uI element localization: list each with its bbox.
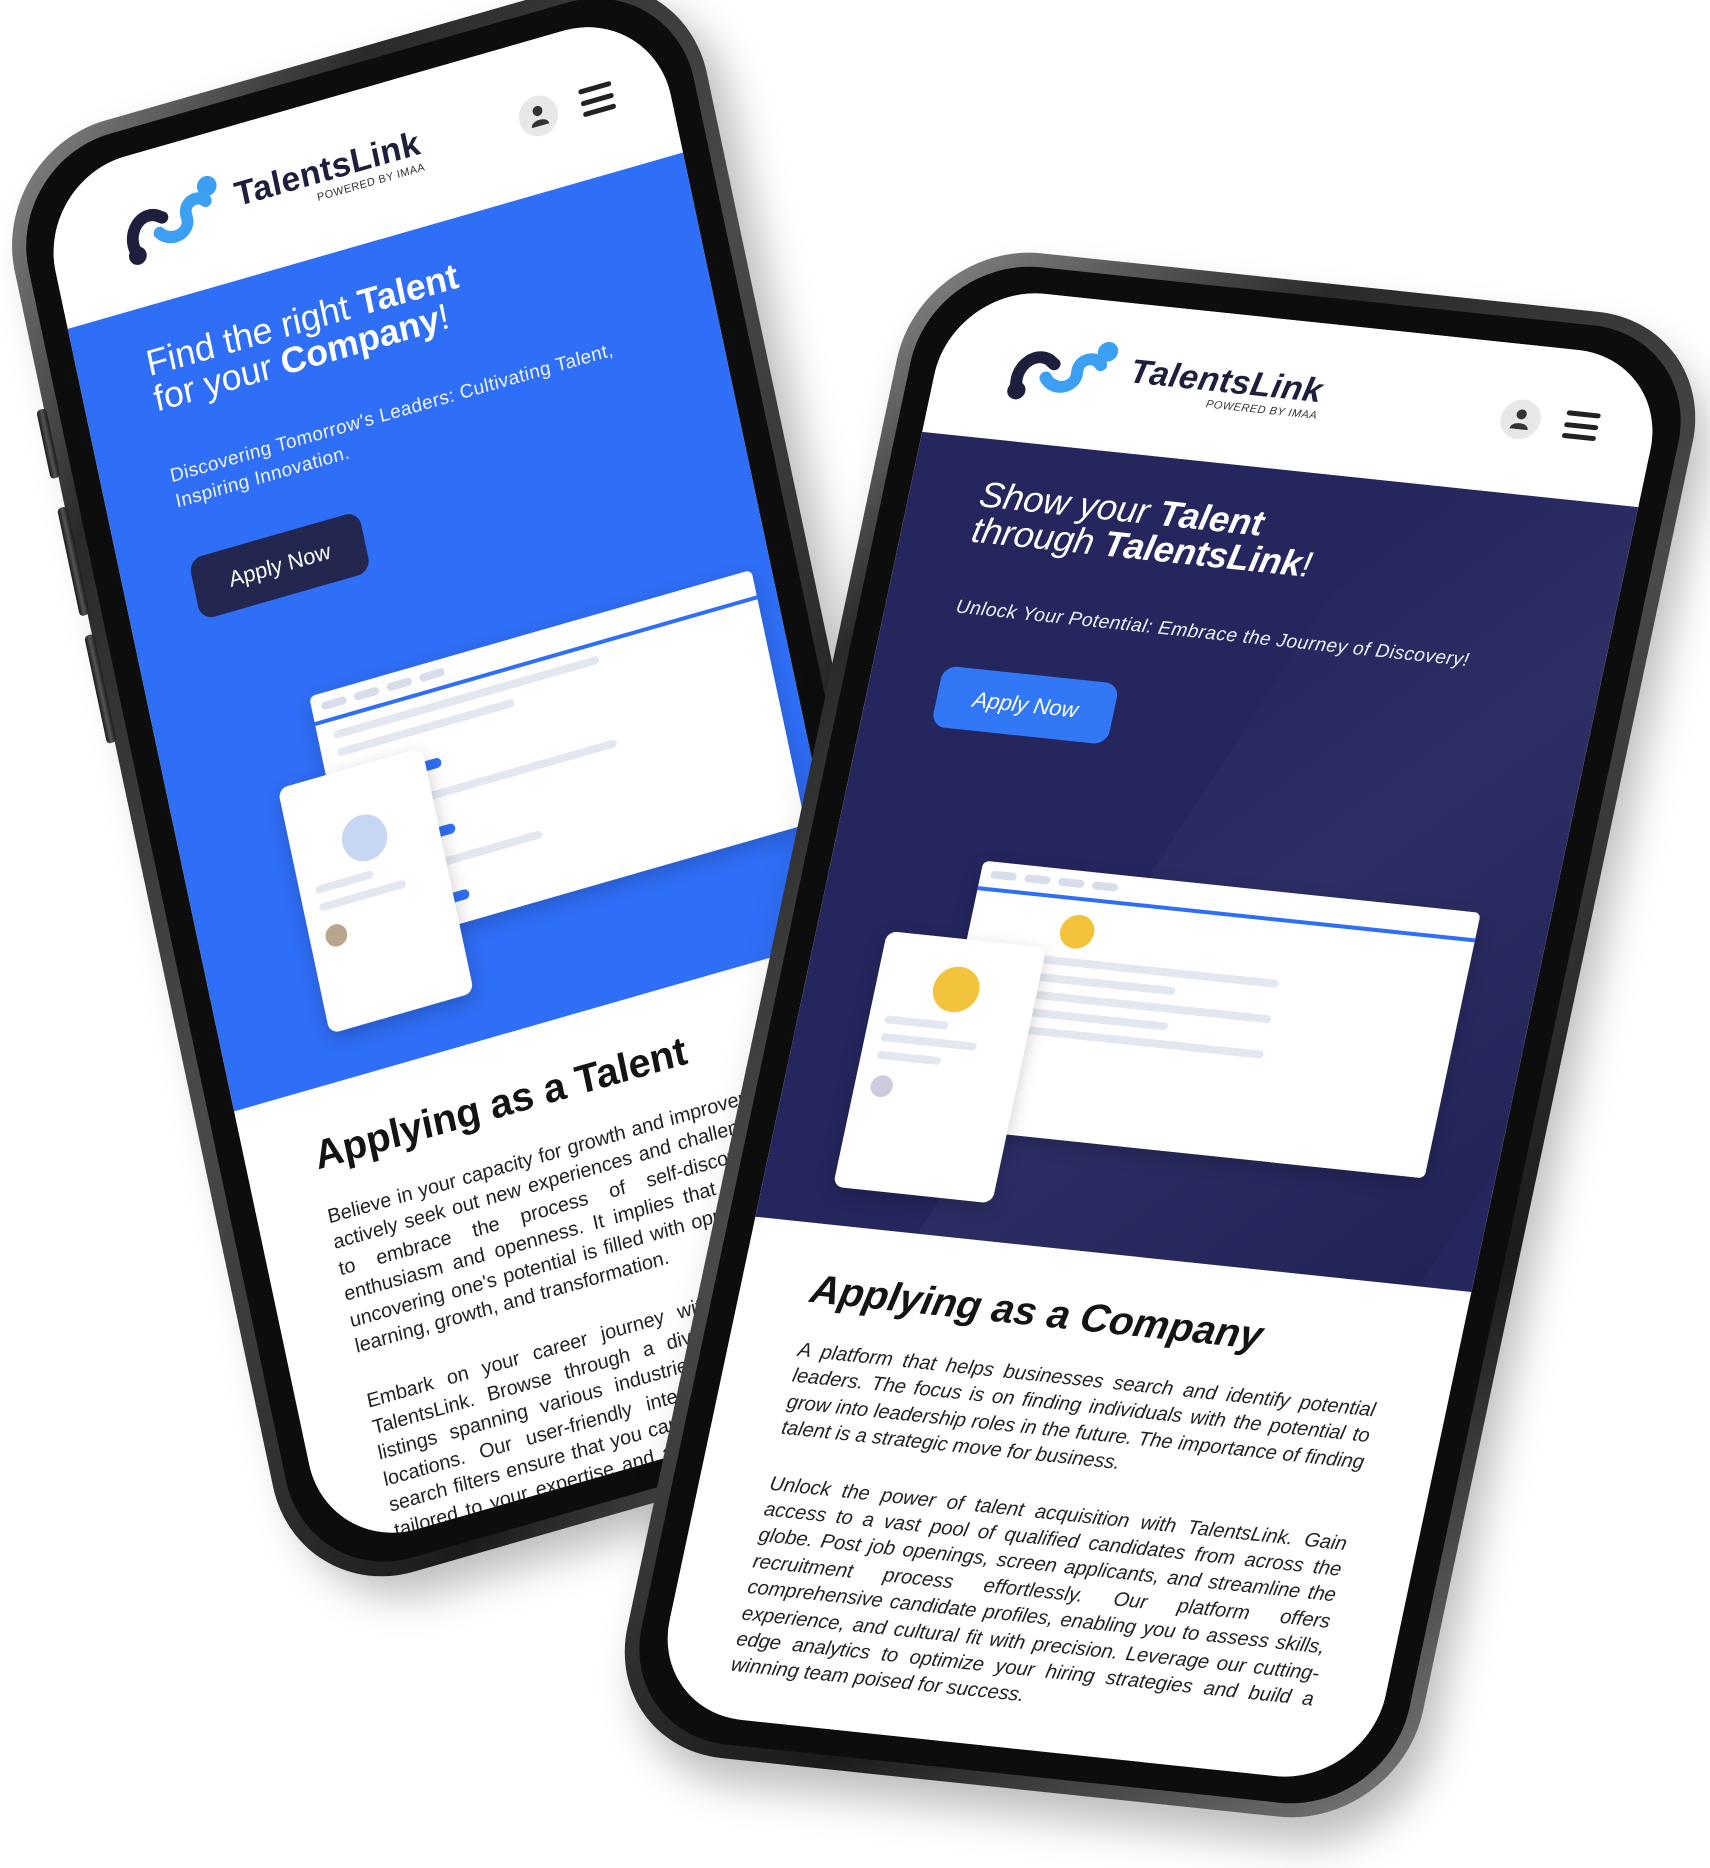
apply-now-button[interactable]: Apply Now (188, 511, 372, 621)
brand-logo[interactable]: TalentsLink POWERED BY IMAA (999, 326, 1329, 438)
mobile-preview-image (832, 930, 1047, 1204)
apply-now-button[interactable]: Apply Now (930, 665, 1120, 745)
hero-section: Show your Talent through TalentsLink! Un… (755, 431, 1639, 1292)
hero-tagline: Unlock Your Potential: Embrace the Journ… (953, 596, 1472, 672)
section-paragraph: Unlock the power of talent acquisition w… (728, 1472, 1349, 1711)
hamburger-menu-icon[interactable] (577, 80, 617, 118)
hero-section: Find the right Talent for your Company! … (67, 152, 850, 1112)
user-icon[interactable] (1496, 397, 1545, 442)
talentslink-logo-icon (1007, 341, 1119, 400)
talentslink-logo-icon (127, 175, 217, 265)
hamburger-menu-icon[interactable] (1561, 410, 1602, 442)
company-section: Applying as a Company A platform that he… (659, 1217, 1472, 1746)
phone-screen: TalentsLink POWERED BY IMAA Show your Ta… (650, 284, 1670, 1786)
phone-side-button (36, 408, 61, 480)
user-icon[interactable] (515, 90, 562, 142)
mockup-stage: TalentsLink POWERED BY IMAA Find the rig… (0, 0, 1710, 1868)
hero-title: Show your Talent through TalentsLink! (968, 473, 1316, 585)
